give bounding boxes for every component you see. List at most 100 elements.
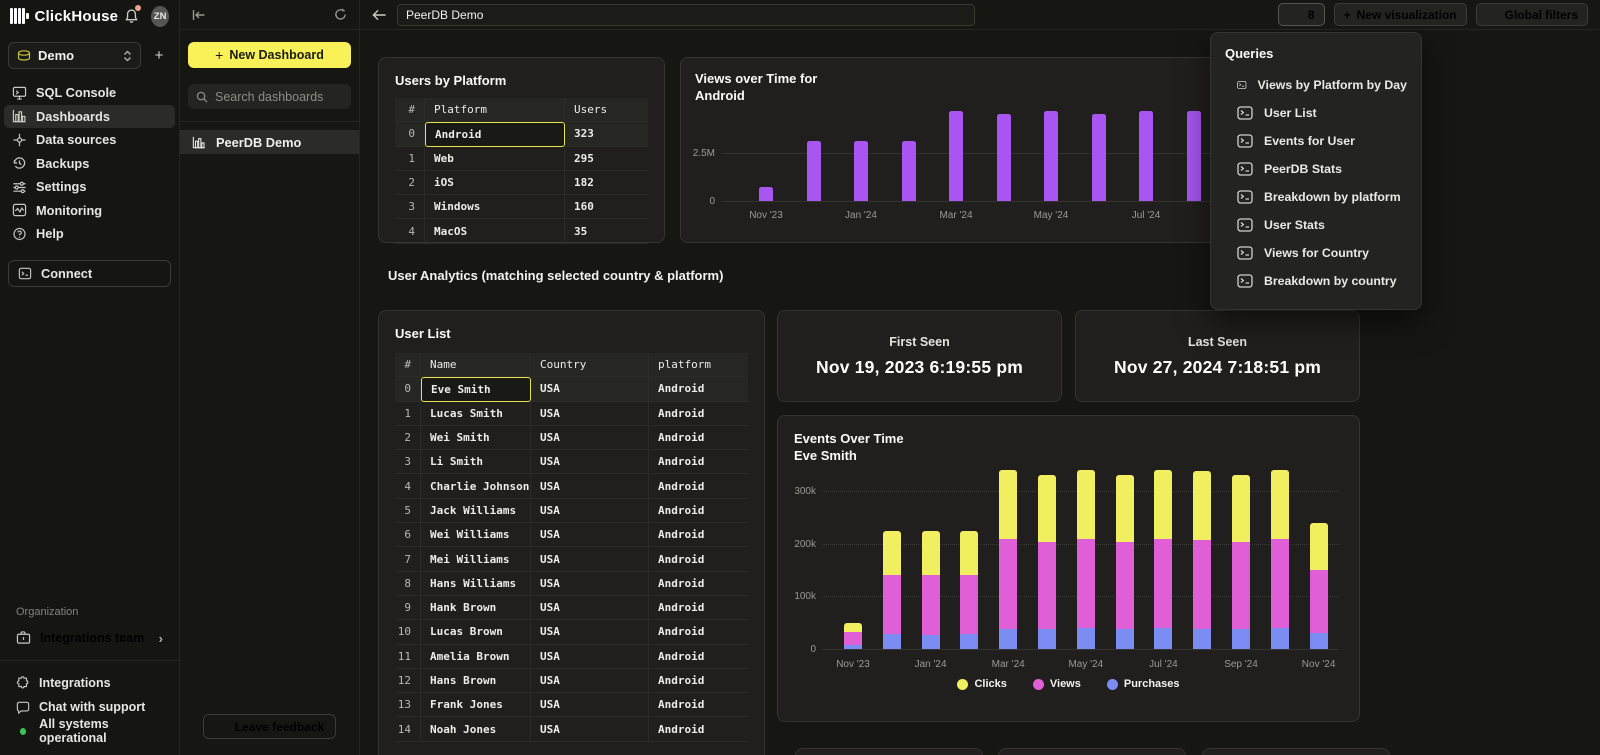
query-menu-item[interactable]: PeerDB Stats (1225, 155, 1407, 183)
events-bar-segment-views[interactable] (1038, 542, 1056, 629)
dashboard-search[interactable] (188, 84, 351, 109)
table-cell[interactable]: Android (649, 620, 748, 644)
table-cell[interactable]: 9 (395, 596, 421, 620)
table-cell[interactable]: Li Smith (421, 450, 531, 474)
query-menu-item[interactable]: User List (1225, 99, 1407, 127)
table-cell[interactable]: USA (531, 426, 649, 450)
table-cell[interactable]: 0 (395, 122, 425, 146)
table-cell[interactable]: Android (649, 402, 748, 426)
table-cell[interactable]: Hans Brown (421, 669, 531, 693)
table-row[interactable]: 9Hank BrownUSAAndroid (395, 596, 748, 620)
system-status-item[interactable]: All systems operational (8, 719, 171, 743)
table-cell[interactable]: USA (531, 717, 649, 741)
table-cell[interactable]: 10 (395, 620, 421, 644)
search-dashboards-input[interactable] (215, 90, 343, 104)
table-cell[interactable]: 5 (395, 499, 421, 523)
table-cell[interactable]: Android (649, 426, 748, 450)
table-cell[interactable]: 2 (395, 426, 421, 450)
queries-toggle-button[interactable]: 8 (1278, 3, 1325, 26)
table-cell[interactable]: 4 (395, 219, 425, 243)
table-cell[interactable]: Web (425, 147, 565, 171)
table-row[interactable]: 5Jack WilliamsUSAAndroid (395, 499, 748, 523)
table-cell[interactable]: iOS (425, 171, 565, 195)
events-bar-segment-clicks[interactable] (1077, 470, 1095, 538)
table-cell[interactable]: 2 (395, 171, 425, 195)
table-cell[interactable]: Charlie Johnson (421, 474, 531, 498)
chat-support-item[interactable]: Chat with support (8, 695, 171, 719)
table-cell[interactable]: MacOS (425, 219, 565, 243)
table-cell[interactable]: Android (425, 122, 565, 146)
events-bar-segment-views[interactable] (1077, 539, 1095, 628)
table-cell[interactable]: USA (531, 572, 649, 596)
table-cell[interactable]: Android (649, 693, 748, 717)
table-cell[interactable]: Android (649, 499, 748, 523)
events-bar-segment-purchases[interactable] (1193, 629, 1211, 649)
table-cell[interactable]: Windows (425, 195, 565, 219)
sidebar-item-monitoring[interactable]: Monitoring (4, 199, 175, 223)
events-bar-segment-purchases[interactable] (1310, 633, 1328, 649)
table-row[interactable]: 0Android323 (395, 122, 648, 146)
table-cell[interactable]: USA (531, 474, 649, 498)
events-bar-segment-clicks[interactable] (1193, 471, 1211, 539)
service-selector[interactable]: Demo (8, 42, 141, 69)
table-cell[interactable]: 8 (395, 572, 421, 596)
sidebar-item-settings[interactable]: Settings (4, 175, 175, 199)
table-cell[interactable]: 3 (395, 450, 421, 474)
table-cell[interactable]: 323 (565, 122, 648, 146)
table-cell[interactable]: Hank Brown (421, 596, 531, 620)
events-bar-segment-clicks[interactable] (922, 531, 940, 576)
avatar[interactable]: ZN (151, 6, 169, 27)
table-cell[interactable]: 0 (395, 377, 421, 401)
views-bar[interactable] (949, 111, 963, 201)
views-bar[interactable] (807, 141, 821, 201)
table-row[interactable]: 10Lucas BrownUSAAndroid (395, 620, 748, 644)
table-cell[interactable]: Lucas Smith (421, 402, 531, 426)
events-bar-segment-purchases[interactable] (960, 634, 978, 649)
events-bar-segment-clicks[interactable] (1310, 523, 1328, 570)
table-cell[interactable]: Android (649, 645, 748, 669)
events-bar-segment-purchases[interactable] (844, 645, 862, 649)
table-cell[interactable]: USA (531, 450, 649, 474)
table-cell[interactable]: 7 (395, 547, 421, 571)
table-cell[interactable]: 14 (395, 717, 421, 741)
views-bar[interactable] (854, 141, 868, 201)
events-bar-segment-views[interactable] (1232, 542, 1250, 629)
query-menu-item[interactable]: Breakdown by platform (1225, 183, 1407, 211)
table-row[interactable]: 2Wei SmithUSAAndroid (395, 426, 748, 450)
add-service-button[interactable]: + (149, 47, 169, 64)
table-cell[interactable]: USA (531, 645, 649, 669)
new-visualization-button[interactable]: + New visualization (1334, 3, 1467, 26)
events-bar-segment-purchases[interactable] (1077, 628, 1095, 649)
sidebar-item-dashboards[interactable]: Dashboards (4, 105, 175, 129)
query-menu-item[interactable]: Breakdown by country (1225, 267, 1407, 295)
table-cell[interactable]: 6 (395, 523, 421, 547)
table-cell[interactable]: 13 (395, 693, 421, 717)
views-bar[interactable] (1187, 111, 1201, 201)
table-row[interactable]: 12Hans BrownUSAAndroid (395, 669, 748, 693)
events-bar-segment-purchases[interactable] (1038, 629, 1056, 649)
table-cell[interactable]: Android (649, 523, 748, 547)
table-row[interactable]: 4Charlie JohnsonUSAAndroid (395, 474, 748, 498)
views-bar[interactable] (1092, 114, 1106, 201)
table-row[interactable]: 1Lucas SmithUSAAndroid (395, 402, 748, 426)
table-cell[interactable]: Hans Williams (421, 572, 531, 596)
legend-item-clicks[interactable]: Clicks (957, 678, 1006, 690)
table-cell[interactable]: Android (649, 572, 748, 596)
events-bar-segment-clicks[interactable] (999, 470, 1017, 538)
table-row[interactable]: 0Eve SmithUSAAndroid (395, 377, 748, 401)
table-cell[interactable]: Amelia Brown (421, 645, 531, 669)
table-row[interactable]: 8Hans WilliamsUSAAndroid (395, 572, 748, 596)
table-row[interactable]: 7Mei WilliamsUSAAndroid (395, 547, 748, 571)
table-cell[interactable]: USA (531, 402, 649, 426)
dashboard-title-input[interactable] (397, 4, 975, 26)
events-bar-segment-clicks[interactable] (844, 623, 862, 632)
table-cell[interactable]: Frank Jones (421, 693, 531, 717)
sidebar-item-data-sources[interactable]: Data sources (4, 128, 175, 152)
events-bar-segment-views[interactable] (960, 575, 978, 634)
table-cell[interactable]: 3 (395, 195, 425, 219)
events-bar-segment-views[interactable] (1271, 539, 1289, 628)
events-bar-segment-purchases[interactable] (922, 635, 940, 649)
table-cell[interactable]: USA (531, 377, 649, 401)
table-cell[interactable]: 35 (565, 219, 648, 243)
table-cell[interactable]: Android (649, 669, 748, 693)
